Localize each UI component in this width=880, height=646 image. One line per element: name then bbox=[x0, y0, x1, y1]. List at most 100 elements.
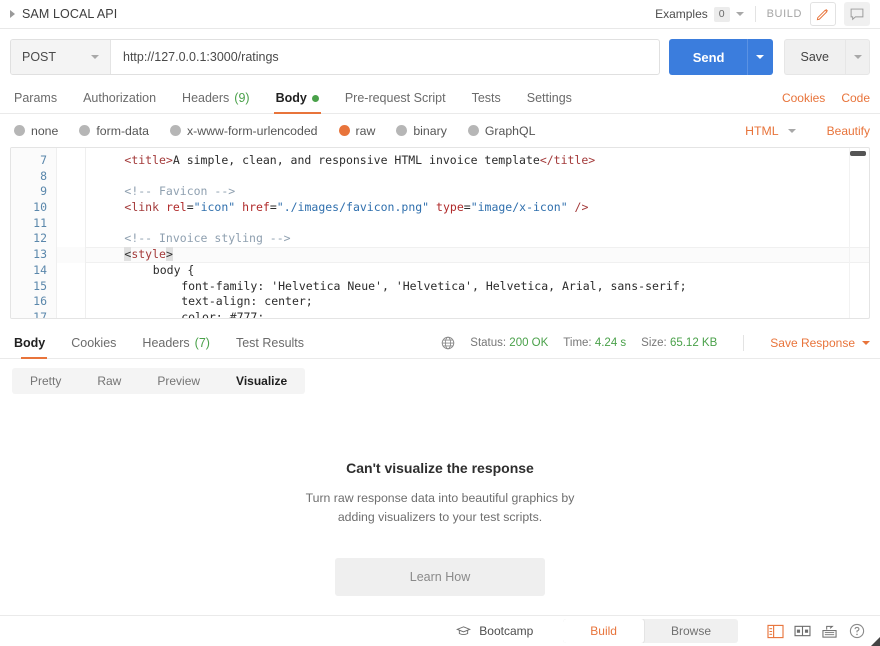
body-format-value[interactable]: HTML bbox=[745, 124, 778, 138]
code-line[interactable]: <title>A simple, clean, and responsive H… bbox=[86, 153, 869, 169]
code-line[interactable] bbox=[86, 169, 869, 185]
code-token: body { bbox=[152, 262, 195, 277]
response-tab-headers[interactable]: Headers (7) bbox=[129, 336, 223, 358]
fold-marker[interactable] bbox=[57, 247, 85, 263]
response-subtab-raw[interactable]: Raw bbox=[79, 368, 139, 394]
request-tab-pre-request-script[interactable]: Pre-request Script bbox=[332, 91, 459, 113]
bottom-bar-right: Bootcamp Build Browse bbox=[456, 619, 870, 643]
learn-how-button[interactable]: Learn How bbox=[335, 558, 545, 597]
send-button[interactable]: Send bbox=[668, 39, 747, 75]
code-token: = bbox=[269, 200, 277, 215]
tab-label: Test Results bbox=[235, 336, 305, 350]
toggle-build[interactable]: Build bbox=[563, 619, 644, 643]
request-tab-headers[interactable]: Headers (9) bbox=[169, 91, 263, 113]
request-tab-body[interactable]: Body bbox=[263, 91, 332, 114]
tab-label: Tests bbox=[471, 91, 501, 105]
fold-marker[interactable] bbox=[57, 294, 85, 310]
body-type-binary[interactable]: binary bbox=[396, 124, 447, 138]
code-token: "./images/favicon.png" bbox=[276, 200, 430, 215]
request-url-row: POST http://127.0.0.1:3000/ratings Send … bbox=[0, 29, 880, 84]
beautify-link[interactable]: Beautify bbox=[827, 124, 870, 138]
keyboard-shortcuts-icon bbox=[822, 625, 837, 638]
code-line[interactable]: <style> bbox=[86, 247, 869, 263]
code-line[interactable]: font-family: 'Helvetica Neue', 'Helvetic… bbox=[86, 279, 869, 295]
cookies-link[interactable]: Cookies bbox=[782, 91, 825, 105]
method-select[interactable]: POST bbox=[11, 40, 111, 74]
comment-button[interactable] bbox=[844, 2, 870, 26]
chevron-down-icon[interactable] bbox=[787, 128, 796, 133]
body-type-raw[interactable]: raw bbox=[338, 124, 375, 138]
help-button[interactable] bbox=[843, 623, 870, 639]
code-line[interactable]: <link rel="icon" href="./images/favicon.… bbox=[86, 200, 869, 216]
fold-marker[interactable] bbox=[57, 200, 85, 216]
fold-marker[interactable] bbox=[57, 279, 85, 295]
response-subtab-pretty[interactable]: Pretty bbox=[12, 368, 79, 394]
code-editor[interactable]: 7 8 9 10 11 12 13 14 15 16 17 <title>A simple, cle… bbox=[10, 147, 870, 319]
save-response-button[interactable]: Save Response bbox=[770, 336, 870, 350]
editor-code-area[interactable]: <title>A simple, clean, and responsive H… bbox=[86, 148, 869, 318]
response-subtab-visualize[interactable]: Visualize bbox=[218, 368, 305, 394]
save-options-button[interactable] bbox=[845, 39, 870, 75]
two-pane-layout-button[interactable] bbox=[762, 624, 789, 639]
send-options-button[interactable] bbox=[746, 39, 773, 75]
radio-icon bbox=[467, 125, 479, 136]
expand-triangle-icon[interactable] bbox=[10, 10, 15, 18]
response-tab-body[interactable]: Body bbox=[10, 336, 58, 359]
bootcamp-button[interactable]: Bootcamp bbox=[456, 624, 533, 638]
body-type-x-www-form-urlencoded[interactable]: x-www-form-urlencoded bbox=[169, 124, 318, 138]
examples-dropdown[interactable]: Examples 0 bbox=[655, 6, 744, 22]
fold-marker[interactable] bbox=[57, 153, 85, 169]
code-token: </title> bbox=[539, 153, 596, 167]
request-tab-tests[interactable]: Tests bbox=[459, 91, 514, 113]
code-line[interactable]: color: #777; bbox=[86, 310, 869, 318]
edit-pencil-button[interactable] bbox=[810, 2, 836, 26]
response-tab-cookies[interactable]: Cookies bbox=[58, 336, 129, 358]
keyboard-shortcuts-button[interactable] bbox=[816, 624, 843, 639]
editor-fold-column[interactable] bbox=[57, 148, 86, 318]
breadcrumb[interactable]: SAM LOCAL API bbox=[8, 7, 117, 21]
editor-guide-line bbox=[849, 148, 850, 318]
chevron-down-icon[interactable] bbox=[735, 12, 744, 16]
globe-icon[interactable] bbox=[441, 336, 455, 350]
line-number: 17 bbox=[33, 309, 47, 319]
code-line[interactable]: body { bbox=[86, 263, 869, 279]
fold-marker[interactable] bbox=[57, 263, 85, 279]
body-type-none[interactable]: none bbox=[14, 124, 58, 138]
line-number: 16 bbox=[33, 294, 47, 309]
code-line[interactable]: text-align: center; bbox=[86, 294, 869, 310]
split-column-layout-button[interactable] bbox=[789, 624, 816, 638]
response-tab-test-results[interactable]: Test Results bbox=[223, 336, 317, 358]
code-line[interactable]: <!-- Favicon --> bbox=[86, 184, 869, 200]
request-tab-params[interactable]: Params bbox=[10, 91, 70, 113]
toggle-browse[interactable]: Browse bbox=[644, 619, 738, 643]
save-button[interactable]: Save bbox=[783, 39, 845, 75]
request-tab-authorization[interactable]: Authorization bbox=[70, 91, 169, 113]
fold-marker[interactable] bbox=[57, 169, 85, 185]
line-number: 15 bbox=[33, 278, 47, 293]
resize-corner[interactable] bbox=[871, 637, 880, 646]
code-line[interactable]: <!-- Invoice styling --> bbox=[86, 231, 869, 247]
line-number: 10 bbox=[33, 200, 47, 215]
url-input[interactable]: http://127.0.0.1:3000/ratings bbox=[111, 40, 659, 74]
top-bar: SAM LOCAL API Examples 0 BUILD bbox=[0, 0, 880, 29]
code-line[interactable] bbox=[86, 216, 869, 232]
body-type-form-data[interactable]: form-data bbox=[79, 124, 149, 138]
examples-count-badge: 0 bbox=[713, 6, 730, 22]
tab-label: Authorization bbox=[83, 91, 157, 105]
body-type-graphql[interactable]: GraphQL bbox=[467, 124, 535, 138]
response-subtab-preview[interactable]: Preview bbox=[139, 368, 218, 394]
fold-marker[interactable] bbox=[57, 231, 85, 247]
body-modified-dot-icon bbox=[311, 94, 319, 102]
code-link[interactable]: Code bbox=[841, 91, 870, 105]
chevron-down-icon[interactable] bbox=[91, 55, 99, 59]
tab-label: Params bbox=[14, 91, 58, 105]
status-label: Status: bbox=[470, 337, 507, 349]
editor-scrollbar-thumb[interactable] bbox=[850, 151, 866, 156]
tab-label: Body bbox=[14, 336, 46, 350]
fold-marker[interactable] bbox=[57, 310, 85, 318]
empty-state-title: Can't visualize the response bbox=[346, 460, 534, 476]
fold-marker[interactable] bbox=[57, 184, 85, 200]
response-subtabs: Pretty Raw Preview Visualize bbox=[0, 359, 880, 394]
request-tab-settings[interactable]: Settings bbox=[514, 91, 585, 113]
fold-marker[interactable] bbox=[57, 216, 85, 232]
